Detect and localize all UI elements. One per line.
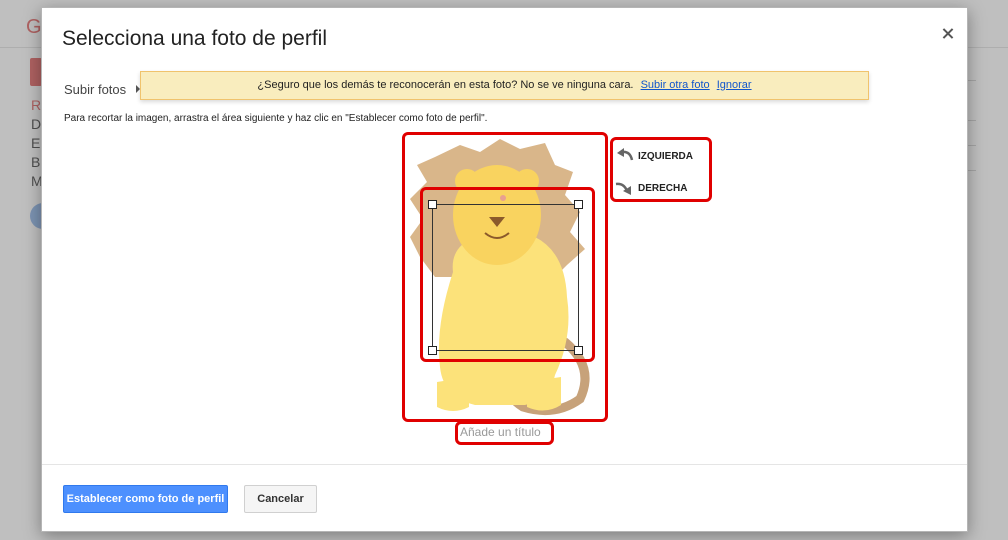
crop-handle-top-right[interactable] xyxy=(574,200,583,209)
background-logo: G xyxy=(26,16,42,38)
rotate-left-button[interactable]: IZQUIERDA xyxy=(614,148,693,164)
crop-instructions: Para recortar la imagen, arrastra el áre… xyxy=(64,113,488,124)
crop-area[interactable] xyxy=(432,204,579,351)
rotate-right-icon xyxy=(615,182,631,195)
ignore-link[interactable]: Ignorar xyxy=(717,79,752,91)
no-face-warning: ¿Seguro que los demás te reconocerán en … xyxy=(140,71,869,100)
crop-handle-bottom-right[interactable] xyxy=(574,346,583,355)
dialog-title: Selecciona una foto de perfil xyxy=(62,27,328,50)
upload-other-photo-link[interactable]: Subir otra foto xyxy=(641,79,710,91)
cancel-button[interactable]: Cancelar xyxy=(244,485,317,513)
rotate-right-button[interactable]: DERECHA xyxy=(614,180,687,196)
crop-handle-top-left[interactable] xyxy=(428,200,437,209)
rotate-right-label: DERECHA xyxy=(638,182,688,194)
lion-leg-left xyxy=(437,377,469,411)
tab-upload-photos[interactable]: Subir fotos xyxy=(64,82,126,97)
set-profile-photo-button[interactable]: Establecer como foto de perfil xyxy=(63,485,228,513)
add-caption-field[interactable]: Añade un título xyxy=(460,425,541,439)
warning-message: ¿Seguro que los demás te reconocerán en … xyxy=(257,79,634,91)
rotate-left-icon xyxy=(617,148,634,161)
lion-cheek xyxy=(500,195,506,201)
profile-photo-dialog: Selecciona una foto de perfil Subir foto… xyxy=(41,7,968,532)
lion-leg-right xyxy=(527,377,561,411)
close-icon[interactable] xyxy=(940,26,956,42)
footer-divider xyxy=(42,464,967,465)
rotate-left-label: IZQUIERDA xyxy=(638,150,693,162)
crop-handle-bottom-left[interactable] xyxy=(428,346,437,355)
